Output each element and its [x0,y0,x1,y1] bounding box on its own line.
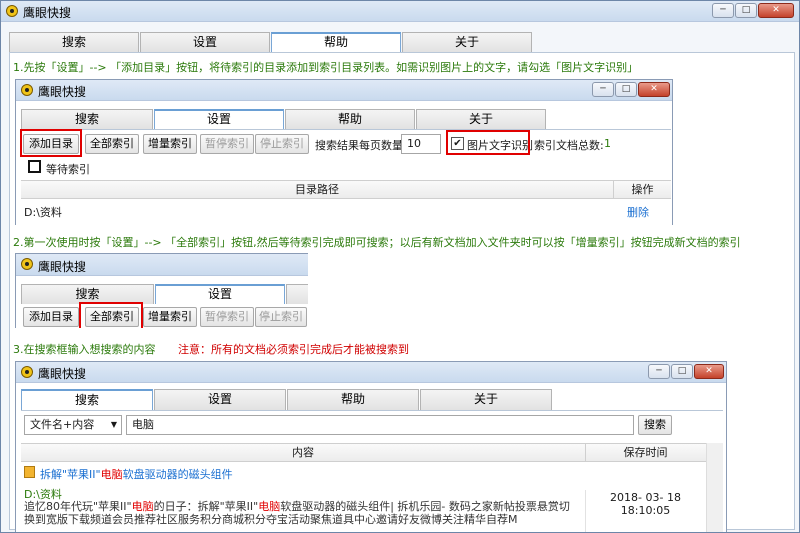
settings-tab-help: 帮助 [285,109,415,129]
col-path-header: 目录路径 [295,183,339,196]
index-logo-icon [21,258,33,270]
settings-close-icon: ✕ [638,82,670,97]
main-titlebar: 鹰眼快搜 ─ □ ✕ [1,1,799,22]
search-tab-about: 关于 [420,389,552,410]
results-scrollbar [706,443,723,532]
index-incr-index-button: 增量索引 [143,307,197,327]
search-tab-search: 搜索 [21,389,153,410]
result-title-post: 软盘驱动器的磁头组件 [122,468,233,481]
col-op-header: 操作 [613,181,671,199]
close-icon[interactable]: ✕ [758,3,794,18]
result-row: 拆解"苹果II"电脑软盘驱动器的磁头组件 D:\资料 追忆80年代玩"苹果II"… [21,462,705,532]
doc-total-label: 索引文档总数: [534,139,604,152]
index-tab-search: 搜索 [21,284,154,304]
step1-note: 1.先按「设置」--> 「添加目录」按钮，将待索引的目录添加到索引目录列表。如需… [13,61,639,74]
index-add-dir-button: 添加目录 [23,307,79,327]
main-window: 鹰眼快搜 ─ □ ✕ 搜索 设置 帮助 关于 1.先按「设置」--> 「添加目录… [0,0,800,533]
dir-row-delete: 删除 [627,206,649,219]
main-window-title: 鹰眼快搜 [23,6,72,20]
search-query-input: 电脑 [126,415,634,435]
tab-about[interactable]: 关于 [402,32,532,52]
index-tab-bar: 搜索 设置 [21,284,308,304]
settings-minimize-icon: ─ [592,82,614,97]
search-minimize-icon: ─ [648,364,670,379]
maximize-icon[interactable]: □ [735,3,757,18]
wait-index-checkbox [28,160,41,173]
settings-tab-underline [21,129,671,130]
search-button: 搜索 [638,415,672,435]
search-maximize-icon: □ [671,364,693,379]
search-window-title: 鹰眼快搜 [38,367,87,381]
settings-logo-icon [21,84,33,96]
per-page-input: 10 [401,134,441,154]
result-title-pre: 拆解"苹果II" [40,468,101,481]
col-content-header: 内容 [292,446,314,459]
index-titlebar: 鹰眼快搜 [16,254,308,276]
search-scope-value: 文件名+内容 [30,418,95,431]
app-logo-icon [6,5,18,17]
incr-index-button: 增量索引 [143,134,197,154]
index-pause-index-button: 暂停索引 [200,307,254,327]
minimize-icon[interactable]: ─ [712,3,734,18]
tab-search[interactable]: 搜索 [9,32,139,52]
snippet-part-a: 追忆80年代玩"苹果II" [24,500,132,513]
settings-screenshot-window: 鹰眼快搜 ─ □ ✕ 搜索 设置 帮助 关于 添加目录 全部索引 增量索引 暂停… [15,79,673,225]
settings-tab-bar: 搜索 设置 帮助 关于 [21,109,547,129]
settings-tab-about: 关于 [416,109,546,129]
tab-help[interactable]: 帮助 [271,32,401,52]
dir-row-path: D:\资料 [24,206,62,219]
results-header: 内容 保存时间 [21,443,723,462]
search-tab-bar: 搜索 设置 帮助 关于 [21,389,553,410]
search-titlebar: 鹰眼快搜 ─ □ ✕ [16,362,726,383]
tab-settings[interactable]: 设置 [140,32,270,52]
settings-window-title: 鹰眼快搜 [38,85,87,99]
per-page-label: 搜索结果每页数量: [315,139,407,152]
index-tab-help [286,284,308,304]
dir-table-header: 目录路径 操作 [21,180,671,199]
search-close-icon: ✕ [694,364,724,379]
result-snippet: 追忆80年代玩"苹果II"电脑的日子：拆解"苹果II"电脑软盘驱动器的磁头组件|… [24,500,579,526]
col-time-header: 保存时间 [585,444,705,462]
step2-note: 2.第一次使用时按「设置」--> 「全部索引」按钮,然后等待索引完成即可搜索；以… [13,236,741,249]
pause-index-button: 暂停索引 [200,134,254,154]
search-tab-settings: 设置 [154,389,286,410]
wait-index-label: 等待索引 [46,163,90,176]
doc-total-value: 1 [604,137,611,150]
search-screenshot-window: 鹰眼快搜 ─ □ ✕ 搜索 设置 帮助 关于 文件名+内容 ▼ 电脑 搜索 内容… [15,361,727,532]
chevron-down-icon: ▼ [110,420,117,429]
search-logo-icon [21,366,33,378]
full-index-highlight [79,302,143,328]
stop-index-button: 停止索引 [255,134,309,154]
result-time: 2018- 03- 18 18:10:05 [585,490,705,532]
result-title: 拆解"苹果II"电脑软盘驱动器的磁头组件 [40,466,233,482]
result-title-hit: 电脑 [100,468,123,481]
step3-warning: 注意：所有的文档必须索引完成后才能被搜索到 [178,343,409,356]
file-icon [24,466,35,478]
index-tab-settings: 设置 [155,284,285,304]
search-tab-underline [21,410,723,411]
step3-note: 3.在搜索框输入想搜索的内容 [13,343,156,356]
index-window-title: 鹰眼快搜 [38,260,87,274]
settings-maximize-icon: □ [615,82,637,97]
search-tab-help: 帮助 [287,389,419,410]
search-scope-select: 文件名+内容 ▼ [24,415,122,435]
snippet-part-b: 的日子：拆解"苹果II" [153,500,259,513]
snippet-hit-2: 电脑 [258,500,281,513]
settings-tab-search: 搜索 [21,109,153,129]
settings-titlebar: 鹰眼快搜 ─ □ ✕ [16,80,672,101]
add-dir-highlight [20,129,82,157]
full-index-button: 全部索引 [85,134,139,154]
settings-tab-settings: 设置 [154,109,284,129]
ocr-highlight [446,130,530,155]
index-stop-index-button: 停止索引 [255,307,307,327]
main-tab-bar: 搜索 设置 帮助 关于 [9,32,795,52]
index-screenshot-window: 鹰眼快搜 搜索 设置 添加目录 全部索引 增量索引 暂停索引 停止索引 [15,253,308,328]
snippet-hit-1: 电脑 [131,500,154,513]
